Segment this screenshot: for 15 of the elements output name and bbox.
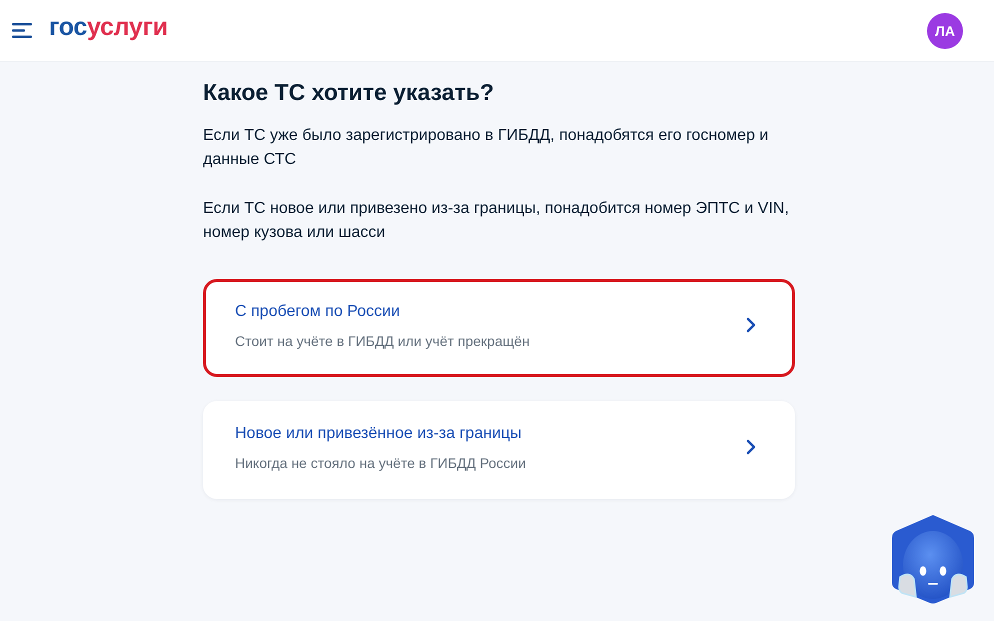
user-avatar[interactable]: ЛА [927, 12, 963, 48]
menu-icon[interactable] [12, 23, 32, 38]
vehicle-option-card[interactable]: Новое или привезённое из-за границы Никогда не стояло на учёте в ГИБДД России [203, 401, 795, 499]
chevron-right-icon [746, 439, 756, 455]
page-title: Какое ТС хотите указать? [203, 78, 495, 107]
chevron-right-icon [746, 317, 756, 333]
option-subtitle: Стоит на учёте в ГИБДД или учёт прекращён [235, 332, 530, 350]
option-title: Новое или привезённое из-за границы [235, 424, 523, 444]
assistant-robot-icon[interactable] [890, 513, 976, 605]
site-logo[interactable]: госуслуги [49, 15, 168, 40]
info-paragraph: Если ТС уже было зарегистрировано в ГИБДД, понадобятся его госномер и данные СТС [203, 126, 770, 170]
option-title: С пробегом по России [235, 302, 401, 322]
vehicle-option-card[interactable]: С пробегом по России Стоит на учёте в ГИБДД или учёт прекращён [203, 279, 795, 377]
info-paragraph: Если ТС новое или привезено из-за границы, понадобится номер ЭПТС и VIN, номер кузова или шасси [203, 199, 790, 243]
option-subtitle: Никогда не стояло на учёте в ГИБДД России [235, 454, 526, 472]
